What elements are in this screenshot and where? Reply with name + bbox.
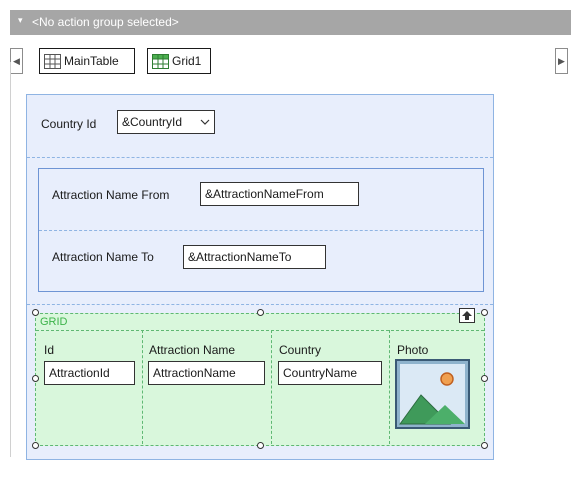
chevron-down-icon bbox=[200, 119, 210, 125]
scroll-left-button[interactable]: ◀ bbox=[10, 48, 23, 74]
grid-column-header-country: Country bbox=[279, 343, 322, 357]
grid-field-attraction-name[interactable]: AttractionName bbox=[148, 361, 265, 385]
grid-field-attraction-id[interactable]: AttractionId bbox=[44, 361, 135, 385]
grid-column-header-id: Id bbox=[44, 343, 55, 357]
attraction-to-field[interactable]: &AttractionNameTo bbox=[183, 245, 326, 269]
row-separator bbox=[39, 230, 483, 231]
grid-caption: GRID bbox=[40, 316, 68, 328]
breadcrumb-item-grid1[interactable]: Grid1 bbox=[147, 48, 211, 74]
table-icon bbox=[44, 53, 61, 69]
column-divider bbox=[142, 330, 143, 444]
breadcrumb-label: MainTable bbox=[64, 54, 119, 68]
grid-header-divider bbox=[36, 330, 484, 331]
photo-placeholder-icon[interactable] bbox=[395, 359, 470, 429]
resize-handle-nw[interactable] bbox=[32, 309, 39, 316]
attraction-from-field[interactable]: &AttractionNameFrom bbox=[200, 182, 359, 206]
breadcrumb-label: Grid1 bbox=[172, 54, 202, 68]
attraction-from-label: Attraction Name From bbox=[52, 188, 170, 202]
country-id-label: Country Id bbox=[41, 117, 97, 131]
row-separator bbox=[27, 304, 493, 305]
resize-handle-se[interactable] bbox=[481, 442, 488, 449]
grid-icon bbox=[152, 53, 169, 69]
canvas-frame bbox=[10, 62, 11, 457]
resize-handle-w[interactable] bbox=[32, 375, 39, 382]
column-divider bbox=[271, 330, 272, 444]
column-divider bbox=[389, 330, 390, 444]
action-group-bar[interactable]: ▾ <No action group selected> bbox=[10, 10, 571, 35]
resize-handle-s[interactable] bbox=[257, 442, 264, 449]
collapse-arrow-icon[interactable]: ▾ bbox=[18, 15, 23, 26]
select-parent-button[interactable] bbox=[459, 308, 475, 323]
resize-handle-sw[interactable] bbox=[32, 442, 39, 449]
resize-handle-ne[interactable] bbox=[481, 309, 488, 316]
breadcrumb-item-maintable[interactable]: MainTable bbox=[39, 48, 135, 74]
country-id-value: &CountryId bbox=[122, 115, 183, 129]
grid-field-country-name[interactable]: CountryName bbox=[278, 361, 382, 385]
action-group-title: <No action group selected> bbox=[32, 15, 179, 29]
country-id-dropdown[interactable]: &CountryId bbox=[117, 110, 215, 134]
scroll-right-button[interactable]: ▶ bbox=[555, 48, 568, 74]
row-separator bbox=[27, 157, 493, 158]
resize-handle-n[interactable] bbox=[257, 309, 264, 316]
grid-column-header-attraction-name: Attraction Name bbox=[149, 343, 236, 357]
attraction-to-label: Attraction Name To bbox=[52, 250, 154, 264]
resize-handle-e[interactable] bbox=[481, 375, 488, 382]
grid-column-header-photo: Photo bbox=[397, 343, 429, 357]
arrow-up-icon bbox=[462, 311, 472, 320]
